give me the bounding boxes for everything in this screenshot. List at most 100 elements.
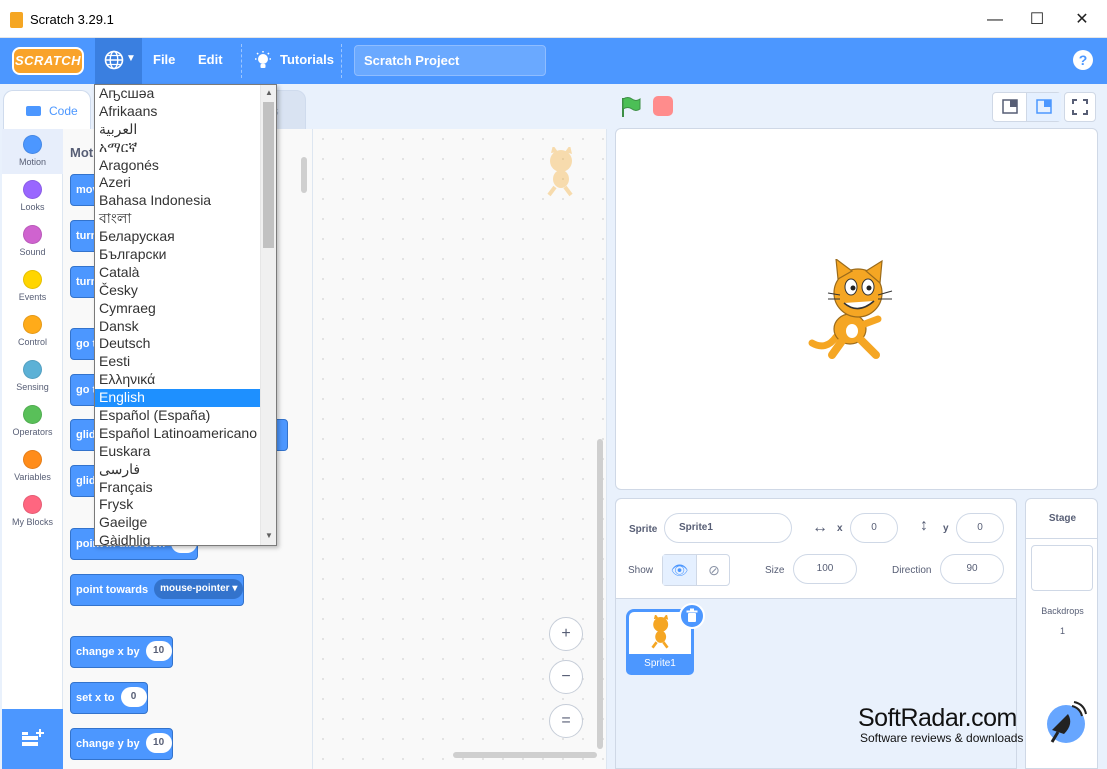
category-sensing[interactable]: Sensing [2,354,63,399]
direction-input[interactable]: 90 [940,554,1004,584]
sprite-thumb-cat [651,615,669,649]
category-control[interactable]: Control [2,309,63,354]
language-option[interactable]: Aragonés [95,157,260,175]
language-option[interactable]: Gàidhlig [95,532,260,545]
block-label: point towards [76,584,149,596]
category-label: Motion [18,157,46,167]
language-option[interactable]: Español (España) [95,407,260,425]
sprite-name-input[interactable]: Sprite1 [664,513,792,543]
zoom-in-button[interactable]: + [549,617,583,651]
language-option[interactable]: Gaeilge [95,514,260,532]
size-input[interactable]: 100 [793,554,857,584]
scratch-logo[interactable]: SCRATCH [12,47,84,75]
y-input[interactable]: 0 [956,513,1004,543]
delete-sprite-button[interactable] [679,603,705,629]
events-dot-icon [23,270,42,289]
stage-canvas[interactable] [615,128,1098,490]
set-x-input[interactable]: 0 [120,687,147,708]
category-my-blocks[interactable]: My Blocks [2,489,63,534]
category-sound[interactable]: Sound [2,219,63,264]
language-option[interactable]: Dansk [95,318,260,336]
category-label: Variables [14,472,51,482]
language-option[interactable]: العربية [95,121,260,139]
file-menu[interactable]: File [153,52,175,67]
block-change-x[interactable]: change x by 10 [70,636,173,668]
category-variables[interactable]: Variables [2,444,63,489]
help-icon[interactable]: ? [1073,50,1093,70]
language-option[interactable]: Аҧсшәа [95,85,260,103]
hide-eye-icon[interactable]: ⊘ [697,555,731,585]
sprite-thumbnail[interactable]: Sprite1 [626,603,705,675]
language-option[interactable]: English [95,389,260,408]
tab-code[interactable]: Code [3,90,91,130]
fullscreen-button[interactable] [1064,92,1096,122]
language-option[interactable]: Español Latinoamericano [95,425,260,443]
language-option[interactable]: Eesti [95,353,260,371]
script-vertical-scrollbar[interactable] [597,439,603,749]
category-label: My Blocks [11,517,53,527]
sensing-dot-icon [23,360,42,379]
language-option[interactable]: Azeri [95,174,260,192]
green-flag-icon[interactable] [620,96,642,118]
language-option[interactable]: አማርኛ [95,139,260,157]
language-button[interactable]: ▼ [95,38,142,84]
stage-panel-title: Stage [1048,513,1077,524]
script-horizontal-scrollbar[interactable] [453,752,597,758]
x-input[interactable]: 0 [850,513,898,543]
language-option[interactable]: Ελληνικά [95,371,260,389]
block-point-towards[interactable]: point towards mouse-pointer ▾ [70,574,245,606]
language-option[interactable]: বাংলা [95,210,260,228]
change-y-input[interactable]: 10 [145,733,172,754]
globe-icon [104,50,124,70]
y-label: y [943,523,949,534]
language-option[interactable]: Беларуская [95,228,260,246]
backdrop-thumbnail[interactable] [1031,545,1093,591]
show-eye-icon[interactable]: 👁 [663,555,697,585]
language-option[interactable]: Deutsch [95,335,260,353]
tutorials-menu[interactable]: Tutorials [280,52,334,67]
operators-dot-icon [23,405,42,424]
change-x-input[interactable]: 10 [145,641,172,662]
language-option[interactable]: Français [95,479,260,497]
category-events[interactable]: Events [2,264,63,309]
block-change-y[interactable]: change y by 10 [70,728,173,760]
category-operators[interactable]: Operators [2,399,63,444]
language-option[interactable]: Cymraeg [95,300,260,318]
x-label: x [837,523,843,534]
language-option[interactable]: Català [95,264,260,282]
large-stage-button[interactable] [1027,93,1061,121]
category-looks[interactable]: Looks [2,174,63,219]
language-option[interactable]: Frysk [95,496,260,514]
small-stage-button[interactable] [993,93,1027,121]
target-dropdown[interactable]: mouse-pointer ▾ [154,579,244,600]
menu-bar: SCRATCH ▼ File Edit Tutorials Scratch Pr… [0,38,1107,84]
show-label: Show [628,565,654,576]
language-option[interactable]: Česky [95,282,260,300]
script-area[interactable]: + − = [313,129,607,769]
block-label: change y by [76,738,140,750]
language-option[interactable]: فارسی [95,461,260,479]
edit-menu[interactable]: Edit [198,52,223,67]
category-motion[interactable]: Motion [2,129,63,174]
palette-scrollbar[interactable] [301,157,307,193]
zoom-out-button[interactable]: − [549,660,583,694]
scroll-up-icon[interactable]: ▲ [261,85,276,101]
zoom-reset-button[interactable]: = [549,704,583,738]
language-scrollbar[interactable]: ▲ ▼ [260,85,276,545]
language-scroll-thumb[interactable] [263,102,274,248]
maximize-button[interactable]: ☐ [1022,8,1052,32]
block-set-x[interactable]: set x to 0 [70,682,148,714]
language-option[interactable]: Bahasa Indonesia [95,192,260,210]
cat-sprite[interactable] [806,259,906,363]
project-title-input[interactable]: Scratch Project [354,45,546,76]
language-option[interactable]: Български [95,246,260,264]
direction-label: Direction [892,565,932,576]
language-option[interactable]: Euskara [95,443,260,461]
scroll-down-icon[interactable]: ▼ [261,528,276,544]
language-option[interactable]: Afrikaans [95,103,260,121]
sprite-label: Sprite [629,524,658,535]
minimize-button[interactable]: — [980,8,1010,32]
close-button[interactable]: ✕ [1067,8,1097,32]
stop-icon[interactable] [653,96,673,116]
add-extension-button[interactable] [2,709,63,769]
